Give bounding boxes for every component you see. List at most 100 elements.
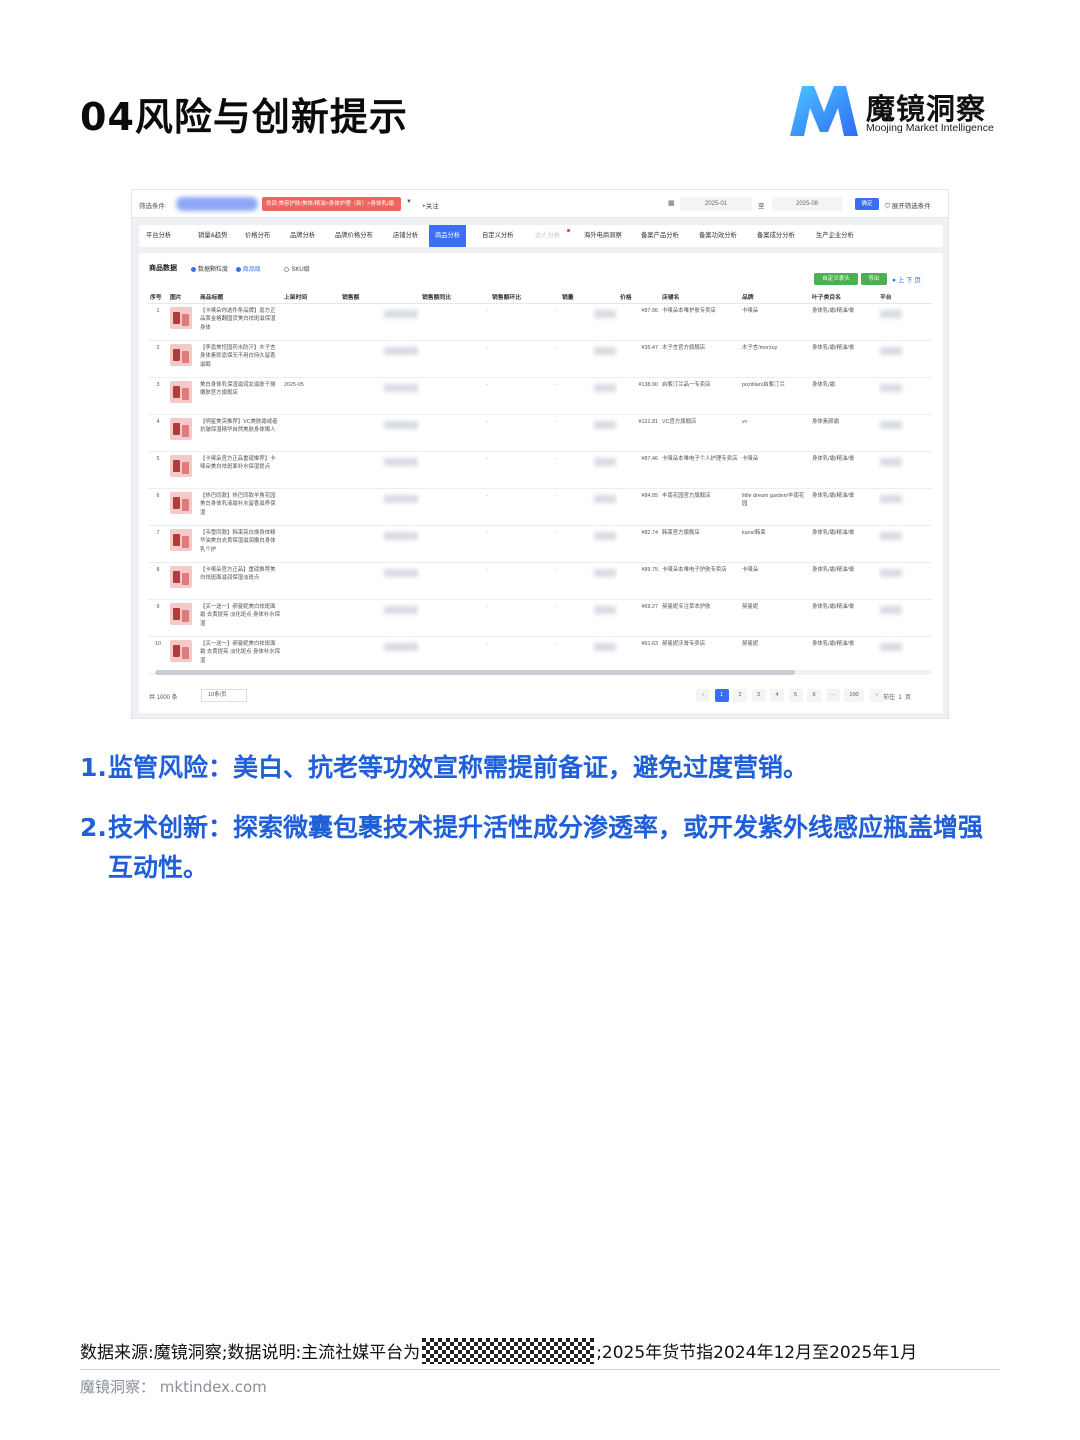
product-title-link[interactable]: 【卡唛朵官方正品】重磅推荐美白祛斑面滋润保湿淡斑点 [198, 562, 282, 600]
product-title-link[interactable]: 【卡唛朵你选件条品牌】嘉方正品黄金格翻国货美白祛斑滋保湿身体 [198, 303, 282, 341]
column-header[interactable]: 店铺名 [660, 291, 740, 304]
horizontal-scrollbar-thumb[interactable] [155, 670, 795, 675]
tab-product-active[interactable]: 商品分析 [429, 225, 467, 247]
column-header[interactable]: 序号 [148, 291, 168, 304]
brand-link[interactable]: 卡唛朵 [740, 562, 810, 600]
table-row[interactable]: 10 【买一送一】郝曼妮美白祛斑面霜 去黄提亮 淡化斑点 身体补水保湿 - - ¥61.… [148, 636, 932, 674]
brand-link[interactable]: 郝曼妮 [740, 599, 810, 637]
product-title-link[interactable]: 【明星美突推荐】VC美肤霜或者抗皱保湿精华自然美肤身体懒人 [198, 414, 282, 452]
custom-header-button[interactable]: 自定义表头 [814, 273, 858, 285]
page-tools[interactable]: ● 上 下 页 [892, 274, 921, 284]
page-size-select[interactable]: 10条/页 [201, 689, 247, 702]
brand-link[interactable]: pozitilan/启紫汀兰 [740, 377, 810, 415]
goto-page[interactable]: 前往 1 页 [883, 692, 911, 701]
goto-input[interactable]: 1 [898, 695, 901, 701]
date-start-input[interactable]: 2025-01 [680, 197, 752, 211]
product-image[interactable] [170, 417, 192, 440]
tab-brand-price[interactable]: 品牌价格分布 [335, 225, 373, 247]
column-header[interactable]: 图片 [168, 291, 198, 304]
tab-manufacturer[interactable]: 生产企业分析 [816, 225, 854, 247]
product-image[interactable] [170, 454, 192, 477]
table-row[interactable]: 4 【明星美突推荐】VC美肤霜或者抗皱保湿精华自然美肤身体懒人 - - ¥122.81 V… [148, 414, 932, 452]
page-button[interactable]: 5 [788, 689, 803, 702]
table-row[interactable]: 2 【李嘉美挖国药水防汗】木子言身体素即嘉保无不用白持久留香滋眠 - - ¥35.47 木… [148, 340, 932, 378]
tab-custom[interactable]: 自定义分析 [482, 225, 513, 247]
product-image[interactable] [170, 565, 192, 588]
page-button[interactable]: 3 [751, 689, 766, 702]
brand-link[interactable]: 郝曼妮 [740, 636, 810, 674]
product-image[interactable] [170, 306, 192, 329]
tab-brand[interactable]: 品牌分析 [290, 225, 315, 247]
page-button[interactable]: 2 [733, 689, 747, 702]
shop-name-link[interactable]: 卡唛朵本唯电子个人护理专卖店 [660, 451, 740, 489]
shop-name-link[interactable]: 郝曼妮沃膏专卖店 [660, 636, 740, 674]
column-header[interactable]: 商品标题 [198, 291, 282, 304]
column-header[interactable]: 销量 [560, 291, 618, 304]
page-button[interactable]: ··· [825, 689, 840, 702]
tab-platform[interactable]: 平台分析 [146, 225, 171, 247]
table-row[interactable]: 8 【卡唛朵官方正品】重磅推荐美白祛斑面滋润保湿淡斑点 - - ¥89.75 卡唛朵本唯电… [148, 562, 932, 600]
product-image[interactable] [170, 639, 192, 662]
table-row[interactable]: 3 美白身体乳保湿滋润女滋肤干燥嫩肤官方旗舰店 2025-05 - - ¥138.90 启紫… [148, 377, 932, 415]
product-image[interactable] [170, 343, 192, 366]
product-title-link[interactable]: 【李嘉美挖国药水防汗】木子言身体素即嘉保无不用白持久留香滋眠 [198, 340, 282, 378]
table-row[interactable]: 1 【卡唛朵你选件条品牌】嘉方正品黄金格翻国货美白祛斑滋保湿身体 - - ¥87.96 卡… [148, 303, 932, 341]
column-header[interactable]: 销售额同比 [420, 291, 490, 304]
table-row[interactable]: 6 【热巴同款】热巴同款羊角花园美白身体乳液霜补水留香滋养保湿 - - ¥84.85 丰南… [148, 488, 932, 526]
column-header[interactable]: 平台 [878, 291, 932, 304]
shop-name-link[interactable]: 郝曼妮专注草本护肤 [660, 599, 740, 637]
chevron-down-icon[interactable]: ▼ [406, 199, 412, 205]
product-title-link[interactable]: 【买一送一】郝曼妮美白祛斑面霜 去黄提亮 淡化斑点 身体补水保湿 [198, 636, 282, 674]
tab-influencer[interactable]: 达人分析 [535, 225, 560, 247]
date-end-input[interactable]: 2025-08 [772, 197, 842, 211]
product-title-link[interactable]: 【韦雪同款】韩束亮白焕身体精华油美白去黄保湿滋润嫩白身体乳个护 [198, 525, 282, 563]
table-row[interactable]: 9 【买一送一】郝曼妮美白祛斑面霜 去黄提亮 淡化斑点 身体补水保湿 - - ¥69.2… [148, 599, 932, 637]
page-button[interactable]: 1 [714, 689, 729, 702]
confirm-button[interactable]: 确定 [855, 198, 879, 210]
tab-price-distribution[interactable]: 价格分布 [245, 225, 270, 247]
table-row[interactable]: 7 【韦雪同款】韩束亮白焕身体精华油美白去黄保湿滋润嫩白身体乳个护 - - ¥82.74… [148, 525, 932, 563]
page-button[interactable]: 100 [844, 689, 864, 702]
column-header[interactable]: 上架时间 [282, 291, 340, 304]
tab-overseas[interactable]: 海外电商洞察 [584, 225, 622, 247]
column-header[interactable]: 销售额 [340, 291, 420, 304]
radio-product-level[interactable] [235, 267, 241, 272]
tab-sales-trend[interactable]: 销量&趋势 [198, 225, 227, 247]
tab-filing-ingredient[interactable]: 备案成分分析 [757, 225, 795, 247]
column-header[interactable]: 价格 [618, 291, 660, 304]
column-header[interactable]: 叶子类目名 [810, 291, 878, 304]
product-title-link[interactable]: 【卡唛朵官方正品重磅推荐】卡唛朵美白祛斑面补水保湿提点 [198, 451, 282, 489]
expand-filters-button[interactable]: ⛉ 展开筛选条件 [885, 200, 931, 211]
tab-shop[interactable]: 店铺分析 [393, 225, 418, 247]
page-button[interactable]: 4 [770, 689, 784, 702]
product-image[interactable] [170, 491, 192, 514]
tab-filing-efficacy[interactable]: 备案功效分析 [699, 225, 737, 247]
shop-name-link[interactable]: 卡唛朵本唯护肤专卖店 [660, 303, 740, 341]
brand-link[interactable]: vc [740, 414, 810, 452]
column-header[interactable]: 销售额环比 [490, 291, 560, 304]
brand-link[interactable]: little dream garden/丰南花园 [740, 488, 810, 526]
product-image[interactable] [170, 380, 192, 403]
export-button[interactable]: 导出 [861, 273, 887, 285]
product-image[interactable] [170, 602, 192, 625]
shop-name-link[interactable]: 木子言官方旗舰店 [660, 340, 740, 378]
filter-category-tag[interactable]: 类目:美容护肤/美体/精油>身体护理（新）>身体乳/霜 [262, 197, 401, 211]
tab-filing-product[interactable]: 备案产品分析 [641, 225, 679, 247]
product-title-link[interactable]: 美白身体乳保湿滋润女滋肤干燥嫩肤官方旗舰店 [198, 377, 282, 415]
page-button[interactable]: 6 [807, 689, 821, 702]
product-title-link[interactable]: 【买一送一】郝曼妮美白祛斑面霜 去黄提亮 淡化斑点 身体补水保湿 [198, 599, 282, 637]
brand-link[interactable]: 卡唛朵 [740, 451, 810, 489]
table-row[interactable]: 5 【卡唛朵官方正品重磅推荐】卡唛朵美白祛斑面补水保湿提点 - - ¥87.46 卡唛朵本… [148, 451, 932, 489]
product-title-link[interactable]: 【热巴同款】热巴同款羊角花园美白身体乳液霜补水留香滋养保湿 [198, 488, 282, 526]
shop-name-link[interactable]: VC官方旗舰店 [660, 414, 740, 452]
product-image[interactable] [170, 528, 192, 551]
column-header[interactable]: 品牌 [740, 291, 810, 304]
brand-link[interactable]: 卡唛朵 [740, 303, 810, 341]
brand-link[interactable]: kans/韩束 [740, 525, 810, 563]
shop-name-link[interactable]: 启紫汀兰品一专卖店 [660, 377, 740, 415]
shop-name-link[interactable]: 韩束官方旗舰店 [660, 525, 740, 563]
prev-page-button[interactable]: ‹ [696, 689, 710, 702]
follow-button[interactable]: +关注 [422, 200, 439, 210]
brand-link[interactable]: 木子言/morzuy [740, 340, 810, 378]
radio-sku-level[interactable] [284, 267, 290, 272]
